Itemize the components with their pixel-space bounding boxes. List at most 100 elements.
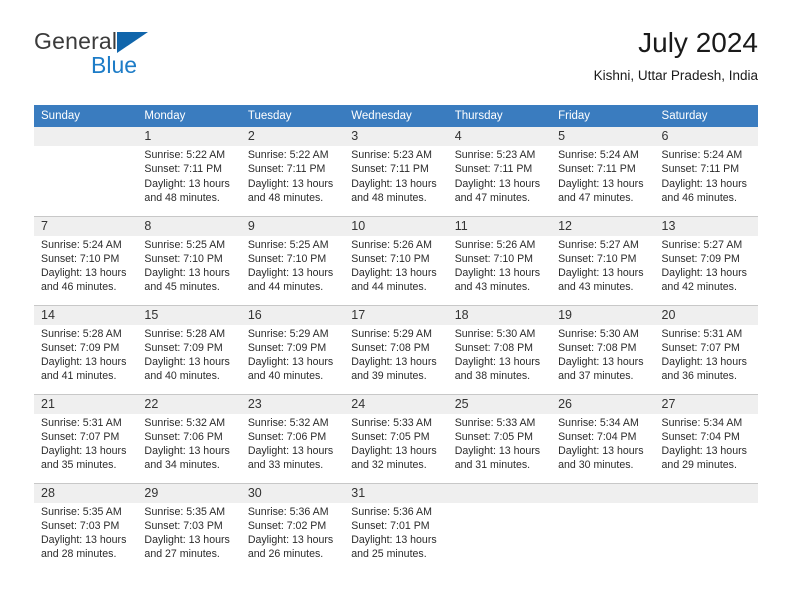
calendar-day-cell[interactable]: 4 Sunrise: 5:23 AM Sunset: 7:11 PM Daylight… [447, 127, 552, 216]
calendar-day-cell[interactable]: 14 Sunrise: 5:28 AM Sunset: 7:09 PM Dayligh… [34, 304, 138, 394]
daylight-text-line1: Daylight: 13 hours [558, 267, 644, 280]
calendar-day-cell[interactable]: 18 Sunrise: 5:30 AM Sunset: 7:08 PM Dayligh… [447, 304, 552, 394]
calendar-day-cell[interactable]: 5 Sunrise: 5:24 AM Sunset: 7:11 PM Daylight… [551, 127, 655, 216]
daylight-text-line2: and 31 minutes. [454, 459, 531, 472]
calendar-day-cell[interactable]: 31 Sunrise: 5:36 AM Sunset: 7:01 PM Dayligh… [344, 482, 448, 573]
day-cell-content: 13 Sunrise: 5:27 AM Sunset: 7:09 PM Dayligh… [654, 216, 758, 305]
calendar-day-cell[interactable]: 6 Sunrise: 5:24 AM Sunset: 7:11 PM Daylight… [654, 127, 758, 216]
calendar-day-cell[interactable]: 23 Sunrise: 5:32 AM Sunset: 7:06 PM Dayligh… [240, 393, 345, 483]
sunrise-text: Sunrise: 5:36 AM [351, 505, 432, 518]
sunset-text: Sunset: 7:10 PM [247, 252, 327, 265]
calendar-day-cell[interactable] [551, 482, 655, 572]
day-cell-content: 31 Sunrise: 5:36 AM Sunset: 7:01 PM Dayligh… [344, 483, 448, 573]
calendar-day-cell[interactable]: 17 Sunrise: 5:29 AM Sunset: 7:08 PM Dayligh… [344, 304, 448, 394]
calendar-day-cell[interactable]: 7 Sunrise: 5:24 AM Sunset: 7:10 PM Daylight… [34, 215, 138, 305]
sunset-text: Sunset: 7:11 PM [558, 163, 636, 176]
calendar-table: Sunday Monday Tuesday Wednesday Thursday… [34, 105, 758, 572]
daylight-text-line1: Daylight: 13 hours [558, 445, 644, 458]
calendar-day-cell[interactable]: 8 Sunrise: 5:25 AM Sunset: 7:10 PM Daylight… [137, 215, 241, 305]
calendar-day-cell[interactable]: 13 Sunrise: 5:27 AM Sunset: 7:09 PM Dayligh… [654, 215, 758, 305]
daylight-text-line1: Daylight: 13 hours [351, 445, 437, 458]
day-cell-content: 11 Sunrise: 5:26 AM Sunset: 7:10 PM Dayligh… [447, 216, 552, 305]
sunrise-text: Sunrise: 5:30 AM [558, 327, 639, 340]
sunrise-text: Sunrise: 5:25 AM [247, 238, 329, 251]
day-number: 23 [240, 394, 345, 414]
calendar-page: General Blue July 2024 Kishni, Uttar Pra… [0, 0, 792, 612]
day-details: Sunrise: 5:36 AM Sunset: 7:01 PM Daylight:… [344, 503, 447, 561]
day-details: Sunrise: 5:33 AM Sunset: 7:05 PM Daylight:… [448, 414, 551, 472]
calendar-day-cell[interactable] [654, 482, 758, 572]
day-number: 29 [137, 483, 241, 503]
calendar-day-cell[interactable]: 1 Sunrise: 5:22 AM Sunset: 7:11 PM Daylight… [137, 127, 241, 216]
calendar-day-cell[interactable]: 12 Sunrise: 5:27 AM Sunset: 7:10 PM Dayligh… [551, 215, 655, 305]
sunset-text: Sunset: 7:11 PM [351, 163, 429, 176]
calendar-day-cell[interactable]: 29 Sunrise: 5:35 AM Sunset: 7:03 PM Dayligh… [137, 482, 241, 573]
daylight-text-line2: and 48 minutes. [351, 191, 427, 204]
day-number [654, 483, 758, 503]
sunset-text: Sunset: 7:08 PM [558, 341, 637, 354]
calendar-day-cell[interactable]: 21 Sunrise: 5:31 AM Sunset: 7:07 PM Dayligh… [34, 393, 138, 483]
day-number: 17 [344, 305, 448, 325]
location-subtitle: Kishni, Uttar Pradesh, India [593, 67, 758, 83]
day-number: 27 [654, 394, 758, 414]
calendar-day-cell[interactable]: 27 Sunrise: 5:34 AM Sunset: 7:04 PM Dayligh… [654, 393, 758, 483]
daylight-text-line1: Daylight: 13 hours [144, 534, 230, 547]
daylight-text-line1: Daylight: 13 hours [351, 177, 437, 190]
calendar-day-cell[interactable] [34, 127, 138, 216]
sunrise-text: Sunrise: 5:35 AM [41, 505, 122, 518]
day-details: Sunrise: 5:24 AM Sunset: 7:10 PM Daylight:… [34, 236, 137, 294]
day-cell-content: 25 Sunrise: 5:33 AM Sunset: 7:05 PM Dayligh… [447, 394, 552, 483]
calendar-day-cell[interactable]: 22 Sunrise: 5:32 AM Sunset: 7:06 PM Dayligh… [137, 393, 241, 483]
day-number: 5 [551, 127, 655, 147]
sunset-text: Sunset: 7:10 PM [144, 252, 223, 265]
calendar-week-row: 14 Sunrise: 5:28 AM Sunset: 7:09 PM Dayligh… [34, 304, 758, 394]
sunset-text: Sunset: 7:01 PM [351, 519, 430, 532]
sunrise-text: Sunrise: 5:22 AM [247, 149, 329, 162]
calendar-day-cell[interactable]: 2 Sunrise: 5:22 AM Sunset: 7:11 PM Daylight… [240, 127, 345, 216]
calendar-day-cell[interactable]: 30 Sunrise: 5:36 AM Sunset: 7:02 PM Dayligh… [240, 482, 345, 572]
day-number: 22 [137, 394, 241, 414]
calendar-day-cell[interactable]: 24 Sunrise: 5:33 AM Sunset: 7:05 PM Dayligh… [344, 393, 448, 483]
day-cell-content: 29 Sunrise: 5:35 AM Sunset: 7:03 PM Dayligh… [137, 483, 241, 573]
daylight-text-line2: and 46 minutes. [41, 281, 117, 294]
sunrise-text: Sunrise: 5:29 AM [247, 327, 329, 340]
general-blue-logo[interactable]: General Blue [34, 30, 264, 90]
calendar-header-row: Sunday Monday Tuesday Wednesday Thursday… [34, 105, 758, 127]
calendar-day-cell[interactable]: 10 Sunrise: 5:26 AM Sunset: 7:10 PM Dayligh… [344, 215, 448, 305]
calendar-day-cell[interactable]: 28 Sunrise: 5:35 AM Sunset: 7:03 PM Dayligh… [34, 482, 138, 572]
day-cell-content: 4 Sunrise: 5:23 AM Sunset: 7:11 PM Daylight… [447, 127, 552, 216]
calendar-day-cell[interactable]: 19 Sunrise: 5:30 AM Sunset: 7:08 PM Dayligh… [551, 304, 655, 394]
day-number: 8 [137, 216, 241, 236]
calendar-day-cell[interactable] [447, 482, 552, 572]
calendar-day-cell[interactable]: 11 Sunrise: 5:26 AM Sunset: 7:10 PM Dayligh… [447, 215, 552, 305]
daylight-text-line2: and 43 minutes. [454, 281, 531, 294]
sunset-text: Sunset: 7:10 PM [454, 252, 534, 265]
calendar-day-cell[interactable]: 3 Sunrise: 5:23 AM Sunset: 7:11 PM Daylight… [344, 127, 448, 216]
daylight-text-line2: and 41 minutes. [41, 370, 117, 383]
daylight-text-line2: and 34 minutes. [144, 459, 220, 472]
daylight-text-line2: and 46 minutes. [661, 191, 737, 204]
day-number: 3 [344, 127, 448, 147]
daylight-text-line2: and 30 minutes. [558, 459, 634, 472]
calendar-day-cell[interactable]: 9 Sunrise: 5:25 AM Sunset: 7:10 PM Daylight… [240, 215, 345, 305]
calendar-day-cell[interactable]: 15 Sunrise: 5:28 AM Sunset: 7:09 PM Dayligh… [137, 304, 241, 394]
calendar-day-cell[interactable]: 16 Sunrise: 5:29 AM Sunset: 7:09 PM Dayligh… [240, 304, 345, 394]
sunrise-text: Sunrise: 5:34 AM [661, 416, 743, 429]
day-details: Sunrise: 5:29 AM Sunset: 7:08 PM Daylight:… [344, 325, 447, 383]
day-details: Sunrise: 5:27 AM Sunset: 7:10 PM Daylight:… [551, 236, 654, 294]
day-details: Sunrise: 5:32 AM Sunset: 7:06 PM Daylight:… [241, 414, 344, 472]
day-details: Sunrise: 5:30 AM Sunset: 7:08 PM Daylight:… [448, 325, 551, 383]
day-details: Sunrise: 5:33 AM Sunset: 7:05 PM Daylight:… [344, 414, 447, 472]
day-number: 7 [34, 216, 138, 236]
daylight-text-line2: and 40 minutes. [144, 370, 220, 383]
daylight-text-line1: Daylight: 13 hours [454, 177, 541, 190]
daylight-text-line1: Daylight: 13 hours [558, 356, 644, 369]
calendar-day-cell[interactable]: 25 Sunrise: 5:33 AM Sunset: 7:05 PM Dayligh… [447, 393, 552, 483]
day-number: 26 [551, 394, 655, 414]
calendar-day-cell[interactable]: 26 Sunrise: 5:34 AM Sunset: 7:04 PM Dayligh… [551, 393, 655, 483]
calendar-day-cell[interactable]: 20 Sunrise: 5:31 AM Sunset: 7:07 PM Dayligh… [654, 304, 758, 394]
sunrise-text: Sunrise: 5:28 AM [41, 327, 122, 340]
daylight-text-line2: and 29 minutes. [661, 459, 737, 472]
sunrise-text: Sunrise: 5:33 AM [351, 416, 432, 429]
sunset-text: Sunset: 7:03 PM [144, 519, 223, 532]
